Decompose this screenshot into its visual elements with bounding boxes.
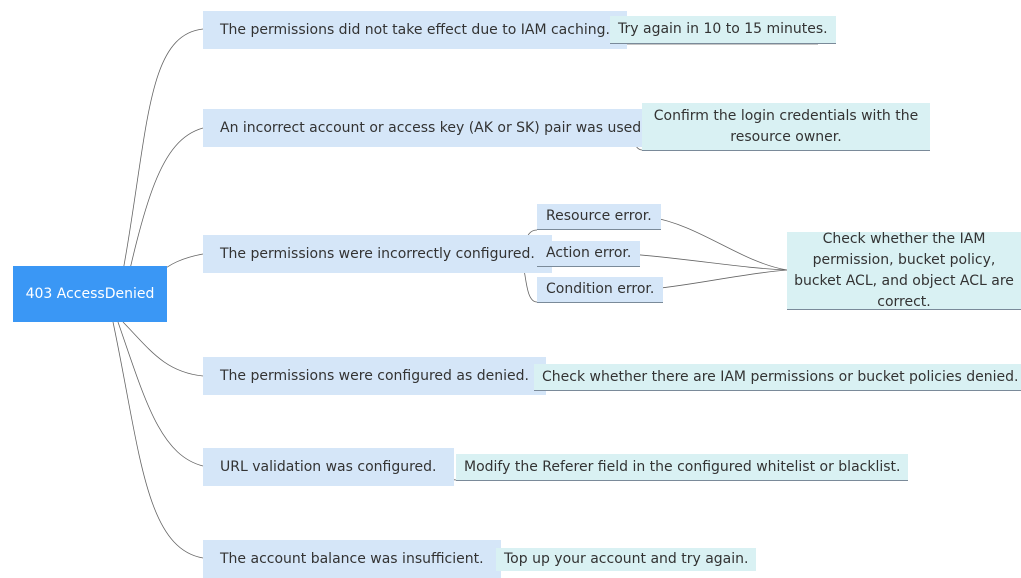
solution-modify-referer: Modify the Referer field in the configur… <box>456 454 909 481</box>
root-node: 403 AccessDenied <box>13 266 167 322</box>
cause-denied-permissions: The permissions were configured as denie… <box>203 357 546 395</box>
cause-incorrect-credentials: An incorrect account or access key (AK o… <box>203 109 663 147</box>
connector-sub-3-solution <box>651 269 788 290</box>
cause-iam-caching: The permissions did not take effect due … <box>203 11 627 49</box>
sub-cause-resource-error: Resource error. <box>537 204 661 230</box>
solution-try-again: Try again in 10 to 15 minutes. <box>610 16 836 44</box>
connector-sub-1-solution <box>649 216 788 271</box>
solution-check-denied: Check whether there are IAM permissions … <box>534 364 1021 391</box>
solution-check-policies: Check whether the IAM permission, bucket… <box>787 231 1021 310</box>
cause-insufficient-balance: The account balance was insufficient. <box>203 540 501 578</box>
connector-root-cause-4 <box>122 321 204 377</box>
sub-cause-condition-error: Condition error. <box>537 277 664 303</box>
connector-sub-2-solution <box>629 253 788 271</box>
solution-confirm-credentials: Confirm the login credentials with the r… <box>642 103 930 151</box>
cause-incorrect-permissions: The permissions were incorrectly configu… <box>203 235 552 273</box>
cause-url-validation: URL validation was configured. <box>203 448 454 486</box>
sub-cause-action-error: Action error. <box>537 241 641 267</box>
connector-root-cause-5 <box>117 321 204 467</box>
solution-top-up: Top up your account and try again. <box>496 548 757 571</box>
